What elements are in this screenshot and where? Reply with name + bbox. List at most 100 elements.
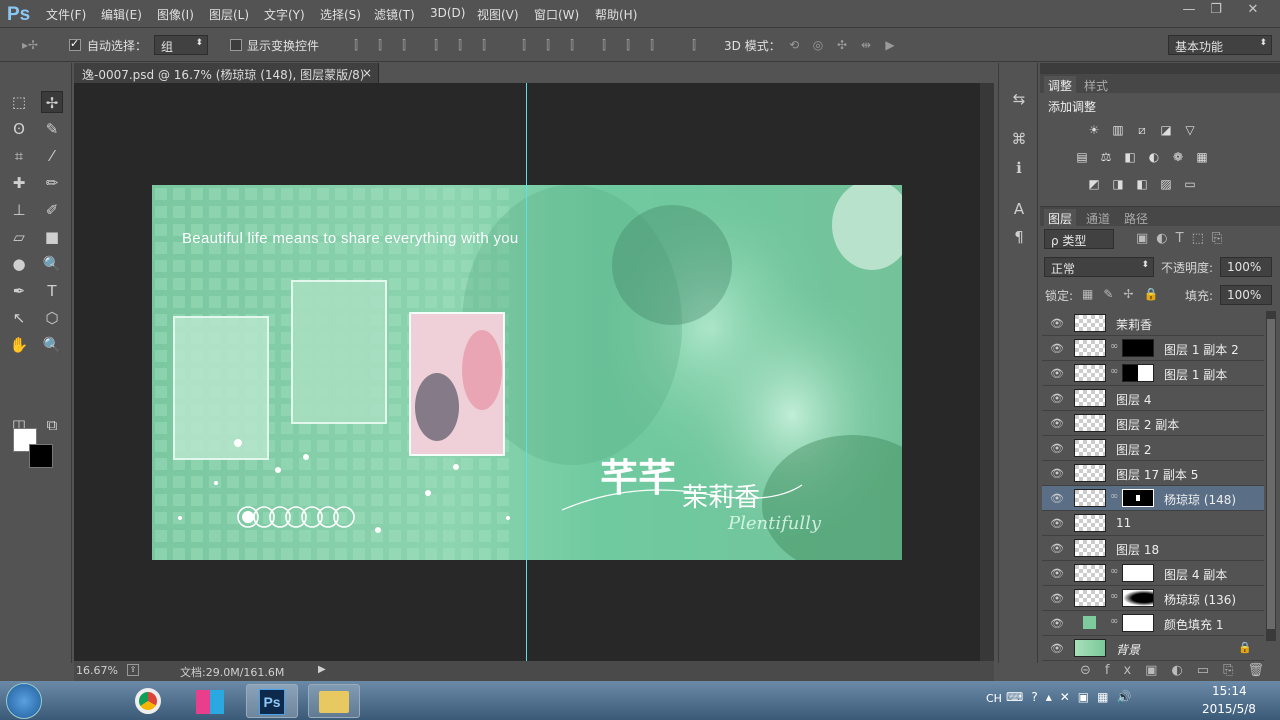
menu-item[interactable]: 文字(Y) <box>264 6 305 23</box>
zoom-level[interactable]: 16.67% <box>76 664 118 677</box>
visibility-eye-icon[interactable]: 👁 <box>1050 492 1064 505</box>
menu-item[interactable]: 选择(S) <box>320 6 361 23</box>
dodge-tool-icon[interactable]: 🔍 <box>41 253 63 275</box>
start-button-icon[interactable] <box>6 683 42 719</box>
screen-mode-icon[interactable]: ⧉ <box>41 414 63 436</box>
vertical-scrollbar[interactable] <box>980 83 994 661</box>
restore-button[interactable]: ❐ <box>1203 2 1229 18</box>
character-icon[interactable]: A <box>1008 198 1030 220</box>
visibility-eye-icon[interactable]: 👁 <box>1050 467 1064 480</box>
layer-row[interactable]: 👁 ∞ 杨琼琼 (148) <box>1042 486 1264 511</box>
type-tool-icon[interactable]: T <box>41 280 63 302</box>
visibility-eye-icon[interactable]: 👁 <box>1050 617 1064 630</box>
healing-brush-tool-icon[interactable]: ✚ <box>8 172 30 194</box>
mask-link-icon[interactable]: ∞ <box>1110 341 1118 352</box>
align-distribute-icon[interactable]: ⫿ <box>348 37 364 53</box>
tab-styles[interactable]: 样式 <box>1080 76 1112 95</box>
visibility-eye-icon[interactable]: 👁 <box>1050 642 1064 655</box>
align-distribute-icon[interactable]: ⫿ <box>516 37 532 53</box>
auto-select-checkbox[interactable]: ✓ <box>69 37 81 51</box>
explorer-taskbar-icon[interactable] <box>308 684 360 718</box>
tab-layers[interactable]: 图层 <box>1044 209 1077 228</box>
adjustment-icon[interactable]: ▥ <box>1110 122 1126 138</box>
adjustment-icon[interactable]: ▽ <box>1182 122 1198 138</box>
history-icon[interactable]: ⇆ <box>1008 88 1030 110</box>
path-select-tool-icon[interactable]: ↖ <box>8 307 30 329</box>
layer-row[interactable]: 👁 ∞ 图层 1 副本 <box>1042 361 1264 386</box>
opacity-input[interactable]: 100% <box>1220 257 1272 277</box>
menu-item[interactable]: 编辑(E) <box>101 6 142 23</box>
background-color-swatch[interactable] <box>29 444 53 468</box>
guide-line[interactable] <box>526 83 527 661</box>
tab-channels[interactable]: 通道 <box>1082 209 1114 228</box>
input-language[interactable]: CH <box>986 692 1002 705</box>
visibility-eye-icon[interactable]: 👁 <box>1050 517 1064 530</box>
menu-item[interactable]: 图像(I) <box>157 6 194 23</box>
adjustment-icon[interactable]: ▤ <box>1074 149 1090 165</box>
fill-input[interactable]: 100% <box>1220 285 1272 305</box>
tab-adjustments[interactable]: 调整 <box>1044 76 1077 95</box>
3d-mode-icon[interactable]: ▶ <box>882 37 898 53</box>
align-distribute-icon[interactable]: ⫿ <box>372 37 388 53</box>
adjustment-icon[interactable]: ☀ <box>1086 122 1102 138</box>
align-distribute-icon[interactable]: ⫿ <box>540 37 556 53</box>
auto-select-dropdown[interactable]: 组 ⬍ <box>154 35 208 55</box>
tab-paths[interactable]: 路径 <box>1120 209 1152 228</box>
align-distribute-icon[interactable]: ⫿ <box>428 37 444 53</box>
mask-link-icon[interactable]: ∞ <box>1110 566 1118 577</box>
visibility-eye-icon[interactable]: 👁 <box>1050 317 1064 330</box>
blend-mode-dropdown[interactable]: 正常 ⬍ <box>1044 257 1154 277</box>
chrome-taskbar-icon[interactable] <box>122 684 174 718</box>
blur-tool-icon[interactable]: ● <box>8 253 30 275</box>
visibility-eye-icon[interactable]: 👁 <box>1050 567 1064 580</box>
layer-mask-thumbnail[interactable] <box>1122 589 1154 607</box>
adjustment-icon[interactable]: ◧ <box>1122 149 1138 165</box>
layer-row[interactable]: 👁 ∞ 图层 4 副本 <box>1042 561 1264 586</box>
layer-row[interactable]: 👁 图层 17 副本 5 <box>1042 461 1264 486</box>
3d-mode-icon[interactable]: ✣ <box>834 37 850 53</box>
quick-select-tool-icon[interactable]: ✎ <box>41 118 63 140</box>
layer-row[interactable]: 👁 茉莉香 <box>1042 311 1264 336</box>
clone-stamp-tool-icon[interactable]: ⊥ <box>8 199 30 221</box>
lock-icons[interactable]: ▦✎✢🔒 <box>1082 287 1168 301</box>
menu-item[interactable]: 滤镜(T) <box>374 6 415 23</box>
crop-tool-icon[interactable]: ⌗ <box>8 145 30 167</box>
menu-item[interactable]: 视图(V) <box>477 6 519 23</box>
hand-tool-icon[interactable]: ✋ <box>8 334 30 356</box>
info-icon[interactable]: ℹ <box>1008 157 1030 179</box>
adjustment-icon[interactable]: ⚖ <box>1098 149 1114 165</box>
metro-app-taskbar-icon[interactable] <box>184 684 236 718</box>
close-button[interactable]: ✕ <box>1240 2 1266 18</box>
paragraph-icon[interactable]: ¶ <box>1008 226 1030 248</box>
shape-tool-icon[interactable]: ⬡ <box>41 307 63 329</box>
visibility-eye-icon[interactable]: 👁 <box>1050 592 1064 605</box>
align-distribute-icon[interactable]: ⫿ <box>564 37 580 53</box>
3d-mode-icon[interactable]: ⇹ <box>858 37 874 53</box>
zoom-tool-icon[interactable]: 🔍 <box>41 334 63 356</box>
visibility-eye-icon[interactable]: 👁 <box>1050 542 1064 555</box>
visibility-eye-icon[interactable]: 👁 <box>1050 342 1064 355</box>
visibility-eye-icon[interactable]: 👁 <box>1050 442 1064 455</box>
visibility-eye-icon[interactable]: 👁 <box>1050 417 1064 430</box>
pen-tool-icon[interactable]: ✒ <box>8 280 30 302</box>
menu-item[interactable]: 窗口(W) <box>534 6 579 23</box>
adjustment-icon[interactable]: ◩ <box>1086 176 1102 192</box>
layer-footer-icons[interactable]: ⊝fx▣◐▭⎘🗑 <box>1080 663 1278 678</box>
layer-filter-icons[interactable]: ▣◐T⬚⎘ <box>1136 231 1230 246</box>
layers-scrollbar[interactable] <box>1266 311 1276 641</box>
gradient-tool-icon[interactable]: ■ <box>41 226 63 248</box>
visibility-eye-icon[interactable]: 👁 <box>1050 367 1064 380</box>
layer-row[interactable]: 👁 图层 18 <box>1042 536 1264 561</box>
export-icon[interactable]: ⇪ <box>127 664 139 676</box>
layer-filter-dropdown[interactable]: ρ 类型 <box>1044 229 1114 249</box>
show-transform-checkbox[interactable] <box>230 39 242 51</box>
move-tool-icon[interactable]: ✢ <box>41 91 63 113</box>
menu-item[interactable]: 文件(F) <box>46 6 86 23</box>
menu-item[interactable]: 图层(L) <box>209 6 249 23</box>
align-distribute-icon[interactable]: ⫿ <box>686 37 702 53</box>
adjustment-icon[interactable]: ▨ <box>1158 176 1174 192</box>
mask-link-icon[interactable]: ∞ <box>1110 591 1118 602</box>
layer-row[interactable]: 👁 图层 2 副本 <box>1042 411 1264 436</box>
layer-row[interactable]: 👁 ∞ 杨琼琼 (136) <box>1042 586 1264 611</box>
brush-tool-icon[interactable]: ✏ <box>41 172 63 194</box>
